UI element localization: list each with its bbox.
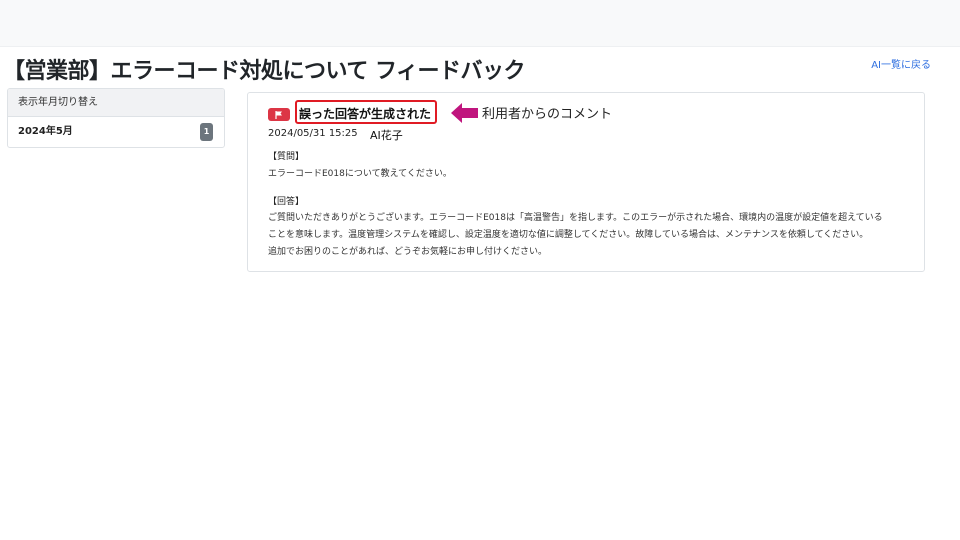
answer-line: ことを意味します。温度管理システムを確認し、設定温度を適切な値に調整してください… [268,230,869,240]
answer-label: 【回答】 [268,197,305,207]
feedback-datetime: 2024/05/31 15:25 [268,128,358,139]
answer-line: 追加でお困りのことがあれば、どうぞお気軽にお申し付けください。 [268,247,548,257]
feedback-tag-label: 誤った回答が生成された [299,107,432,121]
annotation-label: 利用者からのコメント [482,107,613,122]
count-badge: 1 [200,123,213,141]
question-text: エラーコードE018について教えてください。 [268,169,452,179]
sidebar-item-2024-05[interactable]: 2024年5月 1 [8,117,224,147]
question-label: 【質問】 [268,152,305,162]
top-navbar [0,0,960,47]
month-switcher-header: 表示年月切り替え [8,89,224,117]
annotation-arrow-icon [451,103,478,123]
page-title: 【営業部】エラーコード対処について フィードバック [3,59,526,84]
flag-icon [268,108,290,121]
month-switcher-card: 表示年月切り替え 2024年5月 1 [7,88,225,148]
feedback-author: AI花子 [370,129,403,142]
answer-line: ご質問いただきありがとうございます。エラーコードE018は「高温警告」を指します… [268,213,883,223]
back-to-list-link[interactable]: AI一覧に戻る [871,56,931,71]
sidebar-item-label: 2024年5月 [18,126,73,137]
